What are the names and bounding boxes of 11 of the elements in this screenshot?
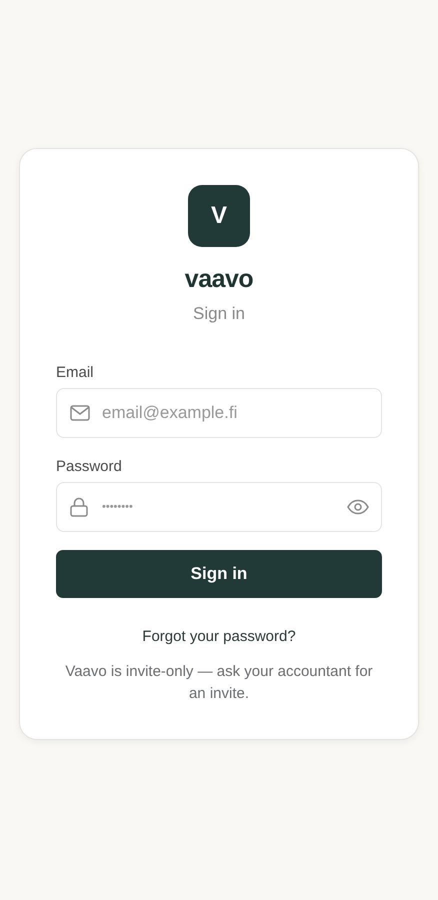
password-field[interactable]: •••••••• [56, 482, 382, 532]
subtitle: Sign in [193, 304, 245, 324]
email-field[interactable]: email@example.fi [56, 388, 382, 438]
forgot-password-link[interactable]: Forgot your password? [142, 628, 296, 645]
sign-in-button[interactable]: Sign in [56, 550, 382, 598]
brand-name: vaavo [184, 265, 254, 294]
field-label: Password [56, 458, 123, 475]
logo-tile: V [188, 185, 250, 247]
invite-note: Vaavo is invite-only — ask your accountant for an invite. [64, 662, 374, 704]
field-label: Email [56, 364, 95, 381]
eye-icon[interactable] [347, 499, 369, 515]
